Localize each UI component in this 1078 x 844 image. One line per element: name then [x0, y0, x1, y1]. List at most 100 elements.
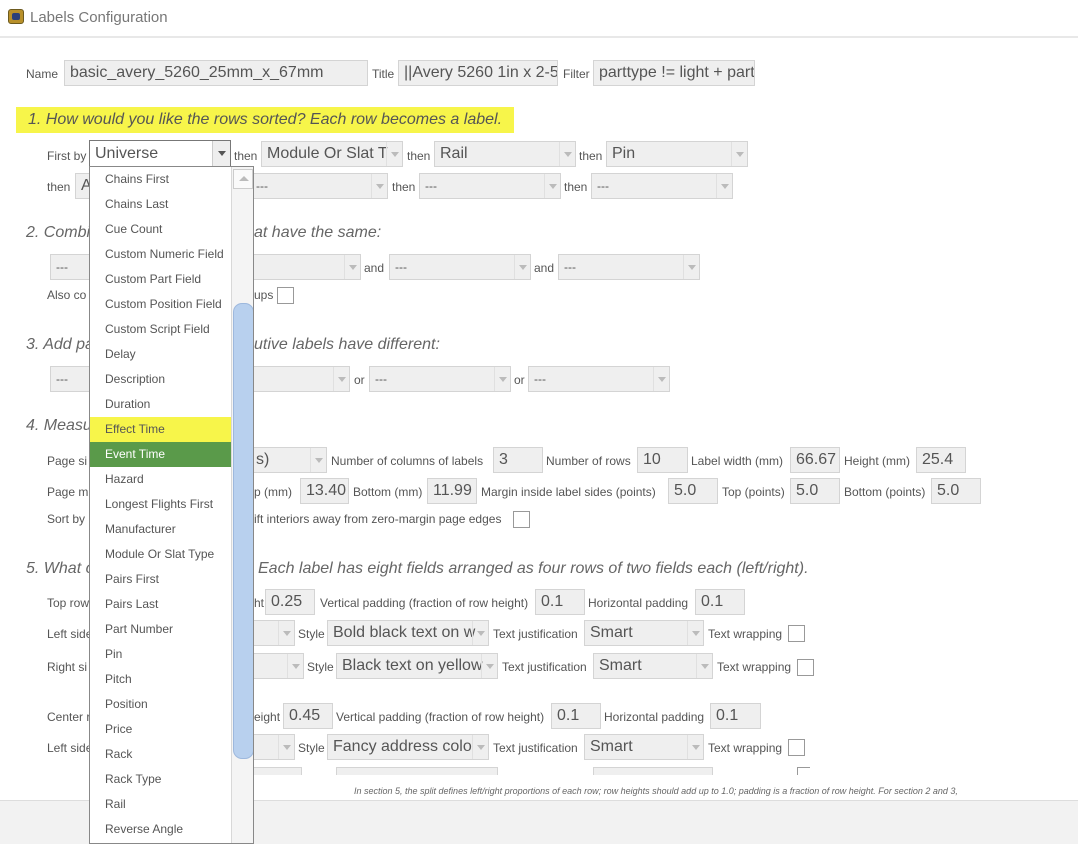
right-side-1-just-label: Text justification: [502, 660, 587, 674]
combine-select-1[interactable]: ---: [50, 254, 92, 280]
left-side-1-field-select[interactable]: [250, 620, 295, 646]
dropdown-option[interactable]: Delay: [90, 342, 231, 367]
first-by-select[interactable]: Universe: [89, 140, 231, 167]
dropdown-option[interactable]: Pairs First: [90, 567, 231, 592]
columns-input[interactable]: 3: [493, 447, 543, 473]
dropdown-option[interactable]: Pitch: [90, 667, 231, 692]
dropdown-option[interactable]: Module Or Slat Type: [90, 542, 231, 567]
sort-sixth-select[interactable]: ---: [250, 173, 388, 199]
label-width-input[interactable]: 66.67: [790, 447, 840, 473]
chevron-down-icon: [481, 654, 497, 678]
page-break-select-3[interactable]: ---: [528, 366, 670, 392]
chevron-down-icon: [687, 621, 703, 645]
then-label: then: [234, 149, 258, 163]
dropdown-option[interactable]: Position: [90, 692, 231, 717]
dropdown-option[interactable]: Cue Count: [90, 217, 231, 242]
scroll-up-icon[interactable]: [233, 169, 253, 189]
right-side-1-label: Right si: [47, 660, 88, 674]
section3-heading-prefix: 3. Add pa: [26, 336, 94, 353]
dropdown-scrollbar[interactable]: [231, 167, 253, 843]
chevron-down-icon: [683, 255, 699, 279]
section4-heading-prefix: 4. Measu: [26, 417, 92, 434]
page-break-select-1b[interactable]: [250, 366, 350, 392]
name-label: Name: [26, 67, 59, 81]
dropdown-option[interactable]: Hazard: [90, 467, 231, 492]
name-input[interactable]: basic_avery_5260_25mm_x_67mm: [64, 60, 368, 86]
bottom-points-input[interactable]: 5.0: [931, 478, 981, 504]
shift-interiors-label: ift interiors away from zero-margin page…: [254, 512, 502, 526]
top-row-hpad-input[interactable]: 0.1: [695, 589, 745, 615]
dropdown-option[interactable]: Description: [90, 367, 231, 392]
dropdown-option[interactable]: Chains Last: [90, 192, 231, 217]
sort-seventh-select[interactable]: ---: [419, 173, 561, 199]
page-break-select-1[interactable]: ---: [50, 366, 92, 392]
center-row-hpad-input[interactable]: 0.1: [710, 703, 761, 729]
then-label: then: [392, 180, 416, 194]
left-side-1-style-select[interactable]: Bold black text on w: [327, 620, 489, 646]
right-side-1-wrap-checkbox[interactable]: [797, 659, 814, 676]
combine-select-2[interactable]: ---: [389, 254, 531, 280]
dropdown-option[interactable]: Reverse Angle: [90, 817, 231, 842]
right-side-1-wrap-label: Text wrapping: [717, 660, 792, 674]
dropdown-option[interactable]: Pairs Last: [90, 592, 231, 617]
height-label: Height (mm): [844, 454, 911, 468]
page-break-select-2[interactable]: ---: [369, 366, 511, 392]
sort-eighth-select[interactable]: ---: [591, 173, 733, 199]
dropdown-option[interactable]: Pin: [90, 642, 231, 667]
left-side-2-style-select[interactable]: Fancy address colo: [327, 734, 489, 760]
left-side-1-wrap-checkbox[interactable]: [788, 625, 805, 642]
combine-select-3[interactable]: ---: [558, 254, 700, 280]
center-row-height-input[interactable]: 0.45: [283, 703, 333, 729]
dropdown-option[interactable]: Effect Time: [90, 417, 231, 442]
select-value: ---: [56, 372, 68, 386]
dropdown-option[interactable]: Rail: [90, 792, 231, 817]
rows-input[interactable]: 10: [637, 447, 688, 473]
sort-second-select[interactable]: Module Or Slat T: [261, 141, 403, 167]
also-combine-checkbox[interactable]: [277, 287, 294, 304]
right-side-1-field-select[interactable]: [250, 653, 304, 679]
top-row-vpad-input[interactable]: 0.1: [535, 589, 585, 615]
help-note: In section 5, the split defines left/rig…: [354, 786, 958, 796]
dropdown-option[interactable]: Custom Script Field: [90, 317, 231, 342]
dropdown-option[interactable]: Duration: [90, 392, 231, 417]
scrollbar-thumb[interactable]: [233, 303, 253, 759]
top-points-input[interactable]: 5.0: [790, 478, 840, 504]
sort-fourth-select[interactable]: Pin: [606, 141, 748, 167]
dropdown-option[interactable]: Price: [90, 717, 231, 742]
right-side-1-style-select[interactable]: Black text on yellow: [336, 653, 498, 679]
dropdown-option[interactable]: Event Time: [90, 442, 231, 467]
left-side-2-just-select[interactable]: Smart: [584, 734, 704, 760]
dropdown-option[interactable]: Rack Type: [90, 767, 231, 792]
first-by-dropdown-list[interactable]: Chains First Chains Last Cue Count Custom N…: [89, 166, 254, 844]
center-row-vpad-input[interactable]: 0.1: [551, 703, 601, 729]
dropdown-option[interactable]: Custom Position Field: [90, 292, 231, 317]
chevron-down-icon: [494, 367, 510, 391]
left-side-2-wrap-checkbox[interactable]: [788, 739, 805, 756]
top-mm-input[interactable]: 13.40: [300, 478, 349, 504]
title-input[interactable]: ||Avery 5260 1in x 2-5/8: [398, 60, 558, 86]
dropdown-option[interactable]: Manufacturer: [90, 517, 231, 542]
top-row-vpad-label: Vertical padding (fraction of row height…: [320, 596, 529, 610]
dropdown-option[interactable]: Longest Flights First: [90, 492, 231, 517]
combine-select-1b[interactable]: [250, 254, 361, 280]
bottom-mm-input[interactable]: 11.99: [427, 478, 477, 504]
sort-third-select[interactable]: Rail: [434, 141, 576, 167]
height-input[interactable]: 25.4: [916, 447, 966, 473]
chevron-down-icon: [278, 621, 294, 645]
top-row-height-input[interactable]: 0.25: [265, 589, 315, 615]
margin-inside-input[interactable]: 5.0: [668, 478, 718, 504]
dropdown-option[interactable]: Custom Part Field: [90, 267, 231, 292]
left-side-1-just-select[interactable]: Smart: [584, 620, 704, 646]
select-value: Pin: [612, 145, 636, 162]
shift-interiors-checkbox[interactable]: [513, 511, 530, 528]
dropdown-option[interactable]: Rack: [90, 742, 231, 767]
chevron-down-icon: [472, 735, 488, 759]
page-size-select[interactable]: s): [250, 447, 327, 473]
left-side-2-field-select[interactable]: [250, 734, 295, 760]
dropdown-option[interactable]: Custom Numeric Field: [90, 242, 231, 267]
filter-input[interactable]: parttype != light + part: [593, 60, 755, 86]
right-side-1-just-select[interactable]: Smart: [593, 653, 713, 679]
dropdown-option[interactable]: Part Number: [90, 617, 231, 642]
chevron-down-icon: [310, 448, 326, 472]
dropdown-option[interactable]: Chains First: [90, 167, 231, 192]
